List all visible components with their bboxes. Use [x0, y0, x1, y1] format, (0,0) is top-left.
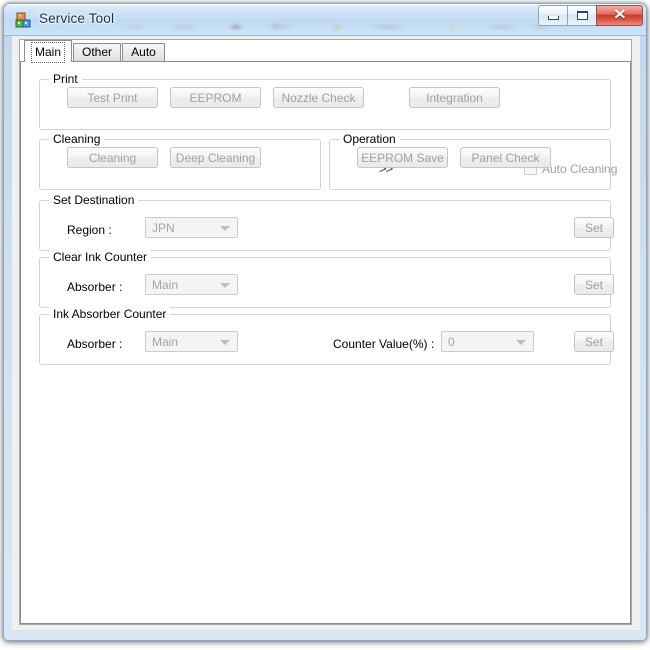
chevron-down-icon: [516, 339, 526, 345]
group-print-title: Print: [49, 72, 82, 86]
eeprom-save-button[interactable]: EEPROM Save: [357, 147, 448, 168]
deep-cleaning-label: Deep Cleaning: [175, 150, 256, 165]
integration-button[interactable]: Integration: [409, 87, 500, 108]
eeprom-button[interactable]: EEPROM: [170, 87, 261, 108]
title-bar[interactable]: Service Tool ✕: [4, 4, 646, 36]
region-label: Region :: [67, 223, 112, 237]
client-area: Main Other Auto Print Test Print EEPROM …: [12, 36, 640, 630]
eeprom-save-label: EEPROM Save: [361, 150, 444, 165]
ink-absorber-counter-set-button[interactable]: Set: [574, 331, 614, 352]
close-icon: ✕: [612, 7, 627, 23]
group-set-destination: Set Destination: [39, 193, 611, 251]
region-value: JPN: [152, 220, 175, 235]
tab-main[interactable]: Main: [24, 40, 72, 63]
clear-ink-counter-set-label: Set: [584, 277, 603, 292]
nozzle-check-button[interactable]: Nozzle Check: [273, 87, 364, 108]
ink-absorber-value: Main: [152, 334, 179, 349]
panel-check-label: Panel Check: [471, 150, 540, 165]
panel-check-button[interactable]: Panel Check: [460, 147, 551, 168]
nozzle-check-label: Nozzle Check: [281, 90, 356, 105]
set-destination-set-label: Set: [584, 220, 603, 235]
maximize-button[interactable]: [567, 5, 596, 26]
application-window: Service Tool ✕ Main Other Auto Print Tes…: [3, 3, 647, 641]
ink-absorber-combobox[interactable]: Main: [145, 331, 238, 352]
tab-auto-label: Auto: [131, 45, 156, 59]
tab-other[interactable]: Other: [73, 43, 121, 62]
tab-panel-main: Print Test Print EEPROM Nozzle Check >> …: [20, 61, 631, 624]
window-title: Service Tool: [39, 11, 115, 26]
test-print-button[interactable]: Test Print: [67, 87, 158, 108]
close-button[interactable]: ✕: [596, 5, 643, 26]
clear-ink-absorber-label: Absorber :: [67, 280, 123, 294]
ink-absorber-counter-set-label: Set: [584, 334, 603, 349]
set-destination-set-button[interactable]: Set: [574, 217, 614, 238]
group-clear-ink-counter: Clear Ink Counter: [39, 250, 611, 308]
tab-strip: Main Other Auto: [20, 40, 631, 63]
cleaning-button[interactable]: Cleaning: [67, 147, 158, 168]
window-controls: ✕: [538, 5, 643, 27]
eeprom-label: EEPROM: [189, 90, 242, 105]
clear-ink-absorber-combobox[interactable]: Main: [145, 274, 238, 295]
counter-value-combobox[interactable]: 0: [441, 331, 534, 352]
group-ink-absorber-counter-title: Ink Absorber Counter: [49, 307, 171, 321]
clear-ink-absorber-value: Main: [152, 277, 179, 292]
minimize-button[interactable]: [538, 5, 567, 26]
region-combobox[interactable]: JPN: [145, 217, 238, 238]
app-icon: [15, 12, 32, 29]
chevron-down-icon: [220, 225, 230, 231]
tab-other-label: Other: [81, 45, 112, 59]
tab-main-label: Main: [30, 42, 65, 63]
chevron-down-icon: [220, 339, 230, 345]
tab-auto[interactable]: Auto: [122, 43, 165, 62]
clear-ink-counter-set-button[interactable]: Set: [574, 274, 614, 295]
maximize-icon: [576, 11, 588, 20]
ink-absorber-label: Absorber :: [67, 337, 123, 351]
counter-value-value: 0: [448, 334, 455, 349]
group-set-destination-title: Set Destination: [49, 193, 139, 207]
group-cleaning-title: Cleaning: [49, 132, 105, 146]
group-operation-title: Operation: [339, 132, 400, 146]
deep-cleaning-button[interactable]: Deep Cleaning: [170, 147, 261, 168]
client-panel: Main Other Auto Print Test Print EEPROM …: [19, 39, 632, 625]
minimize-icon: [547, 15, 559, 20]
integration-label: Integration: [426, 90, 483, 105]
cleaning-label: Cleaning: [88, 150, 137, 165]
counter-value-label: Counter Value(%) :: [333, 337, 435, 351]
group-clear-ink-counter-title: Clear Ink Counter: [49, 250, 152, 264]
test-print-label: Test Print: [87, 90, 138, 105]
chevron-down-icon: [220, 282, 230, 288]
